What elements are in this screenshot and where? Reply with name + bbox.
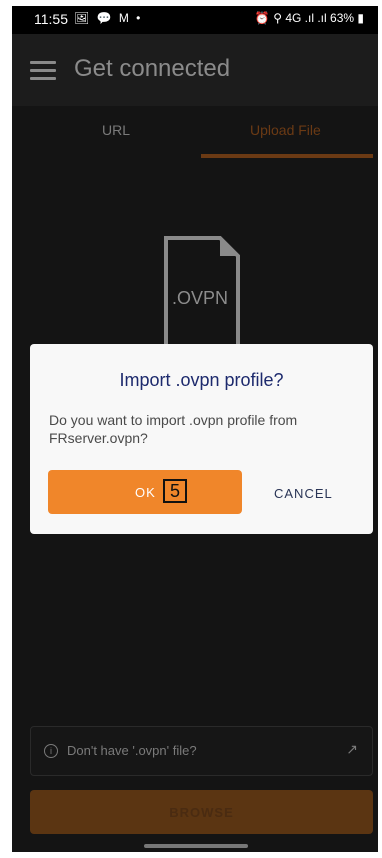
- tab-bar: URL Upload File: [12, 106, 378, 158]
- battery-percent: 63%: [330, 11, 355, 25]
- ok-button[interactable]: OK 5: [48, 470, 242, 514]
- active-tab-indicator: [201, 154, 373, 158]
- page-title: Get connected: [74, 55, 231, 82]
- import-dialog: Import .ovpn profile? Do you want to imp…: [30, 344, 373, 534]
- status-bar: 11:55 🖼 💬 M • ⏰ ⚲ 4G .ıl .ıl 63% ▮: [12, 6, 378, 34]
- notification-icons: 🖼 💬 M •: [74, 11, 143, 25]
- tab-url[interactable]: URL: [102, 122, 130, 138]
- cancel-button[interactable]: CANCEL: [274, 486, 333, 501]
- browse-label: BROWSE: [169, 805, 234, 820]
- status-time: 11:55: [34, 11, 68, 27]
- ok-label: OK: [135, 485, 156, 500]
- step-marker: 5: [163, 479, 187, 503]
- battery-icon: ▮: [357, 11, 364, 25]
- app-bar: Get connected: [12, 34, 378, 106]
- system-icons: ⏰ ⚲ 4G .ıl .ıl: [254, 11, 327, 25]
- status-right: ⏰ ⚲ 4G .ıl .ıl 63% ▮: [255, 11, 364, 25]
- app-screen: Get connected URL Upload File .OVPN Impo…: [12, 34, 378, 852]
- info-icon: i: [44, 744, 58, 758]
- external-link-icon[interactable]: ↗: [346, 741, 358, 758]
- browse-button[interactable]: BROWSE: [30, 790, 373, 834]
- missing-file-hint[interactable]: i Don't have '.ovpn' file? ↗: [30, 726, 373, 776]
- hint-text: Don't have '.ovpn' file?: [67, 743, 197, 758]
- tab-upload-file[interactable]: Upload File: [250, 122, 321, 138]
- file-type-label: .OVPN: [172, 288, 229, 308]
- phone-screen: 11:55 🖼 💬 M • ⏰ ⚲ 4G .ıl .ıl 63% ▮ Get c…: [12, 6, 378, 852]
- dialog-message: Do you want to import .ovpn profile from…: [49, 412, 298, 446]
- home-indicator[interactable]: [144, 844, 248, 848]
- menu-icon[interactable]: [30, 61, 56, 81]
- dialog-title: Import .ovpn profile?: [119, 370, 284, 390]
